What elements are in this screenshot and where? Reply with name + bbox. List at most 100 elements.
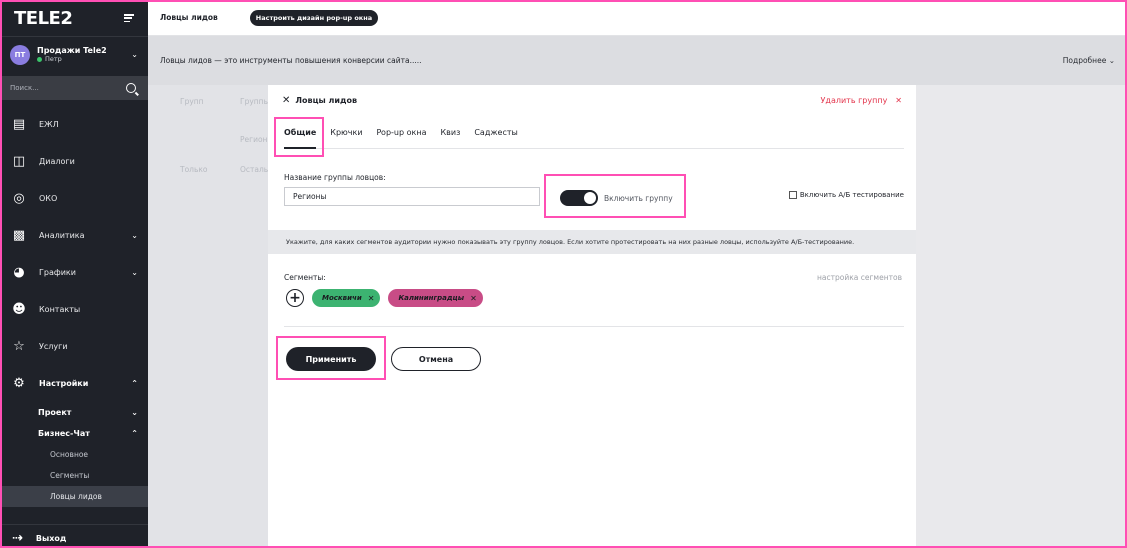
eye-icon: ◎ [13,191,25,206]
logo-row: TELE2 [0,0,148,36]
more-link[interactable]: Подробнее ⌄ [1063,56,1115,65]
add-segment-icon[interactable]: + [286,289,304,307]
segments-row: + Москвичи ✕ Калининградцы ✕ [286,289,483,307]
pie-chart-icon: ◕ [13,265,25,280]
sidebar-sub-business-chat[interactable]: Бизнес-Чат ⌃ [0,423,148,444]
panel-title-text: Ловцы лидов [295,96,358,105]
search-placeholder: Поиск... [10,84,39,92]
tab-suggests[interactable]: Саджесты [474,127,518,148]
account-switcher[interactable]: ПТ Продажи Tele2 Петр ⌄ [0,36,148,72]
online-dot-icon [37,56,42,62]
segment-chip: Калининградцы ✕ [388,289,483,307]
segments-hint: Укажите, для каких сегментов аудитории н… [268,230,916,254]
sidebar-item-label: ЕЖЛ [39,120,59,129]
divider [284,326,904,327]
panel-header: ✕ Ловцы лидов Удалить группу ✕ [282,95,902,106]
sidebar-sub-project[interactable]: Проект ⌄ [0,402,148,423]
sidebar: TELE2 ПТ Продажи Tele2 Петр ⌄ Поиск... ▤… [0,0,148,548]
account-user: Петр [37,55,131,63]
hamburger-icon[interactable] [124,14,134,22]
sidebar-search[interactable]: Поиск... [0,76,148,100]
tab-general[interactable]: Общие [284,127,317,149]
delete-group-label: Удалить группу [820,96,888,105]
sidebar-subsub-main[interactable]: Основное [0,444,148,465]
bg-cell: Регион [240,135,268,144]
remove-segment-icon[interactable]: ✕ [368,294,375,303]
star-icon: ☆ [13,339,25,354]
group-name-label: Название группы ловцов: [284,173,386,182]
chevron-down-icon: ⌄ [131,268,138,277]
sidebar-item-label: Настройки [39,379,89,388]
chevron-down-icon: ⌄ [131,408,138,417]
info-bar: Ловцы лидов — это инструменты повышения … [148,36,1127,85]
account-text: Продажи Tele2 Петр [37,46,131,63]
enable-group-label: Включить группу [604,193,673,203]
sidebar-sub-label: Проект [38,408,72,417]
segment-chip-label: Калининградцы [398,294,465,302]
sidebar-item-ezhl[interactable]: ▤ ЕЖЛ [0,106,148,143]
logout-label: Выход [35,534,67,543]
segments-settings-link[interactable]: настройка сегментов [817,273,902,282]
info-text: Ловцы лидов — это инструменты повышения … [160,56,422,65]
more-label: Подробнее [1062,56,1107,65]
sidebar-item-label: Контакты [39,305,81,314]
ab-testing-label: Включить А/Б тестирование [799,191,904,199]
panel-title: ✕ Ловцы лидов [282,95,357,106]
logout-icon: ⇢ [12,531,23,546]
panel-tabs: Общие Крючки Pop-up окна Квиз Саджесты [284,127,904,149]
chat-icon: ◫ [12,154,26,169]
gear-icon: ⚙ [13,376,25,391]
bg-col-header: Группы [240,97,270,106]
enable-group-toggle[interactable] [560,190,598,206]
sidebar-item-dialogs[interactable]: ◫ Диалоги [0,143,148,180]
tab-quiz[interactable]: Квиз [440,127,460,148]
remove-segment-icon[interactable]: ✕ [470,294,477,303]
enable-group-control[interactable]: Включить группу [560,190,673,206]
document-icon: ▤ [12,117,26,132]
tab-hooks[interactable]: Крючки [330,127,362,148]
account-user-name: Петр [45,55,62,63]
background-list: Групп Группы Регион Только Остальн [148,85,273,548]
sidebar-item-settings[interactable]: ⚙ Настройки ⌃ [0,365,148,402]
sidebar-item-analytics[interactable]: ▩ Аналитика ⌄ [0,217,148,254]
bg-col-header: Групп [180,97,204,106]
design-popup-button[interactable]: Настроить дизайн pop-up окна [249,9,379,26]
segments-label: Сегменты: [284,273,326,282]
group-name-input[interactable]: Регионы [284,187,540,206]
close-icon[interactable]: ✕ [282,95,290,106]
lead-catchers-panel: ✕ Ловцы лидов Удалить группу ✕ Общие Крю… [268,85,916,548]
chevron-up-icon: ⌃ [131,429,138,438]
tab-popups[interactable]: Pop-up окна [377,127,427,148]
account-name: Продажи Tele2 [37,46,107,55]
search-icon[interactable] [126,83,136,93]
ab-testing-control[interactable]: Включить А/Б тестирование [788,191,904,199]
ab-testing-checkbox[interactable] [788,191,797,199]
sidebar-item-oko[interactable]: ◎ ОКО [0,180,148,217]
chevron-down-icon: ⌄ [131,50,138,59]
logout-button[interactable]: ⇢ Выход [0,524,148,548]
sidebar-item-services[interactable]: ☆ Услуги [0,328,148,365]
sidebar-subsub-lead-catchers[interactable]: Ловцы лидов [0,486,148,507]
sidebar-item-label: ОКО [39,194,58,203]
sidebar-item-charts[interactable]: ◕ Графики ⌄ [0,254,148,291]
sidebar-sub-label: Бизнес-Чат [38,429,90,438]
sidebar-item-label: Услуги [39,342,68,351]
bg-cell: Только [180,165,208,174]
topbar: Ловцы лидов Настроить дизайн pop-up окна [148,0,1127,36]
delete-group-button[interactable]: Удалить группу ✕ [821,96,902,105]
sidebar-item-label: Аналитика [39,231,85,240]
analytics-icon: ▩ [12,228,26,243]
sidebar-subsub-segments[interactable]: Сегменты [0,465,148,486]
sidebar-item-label: Графики [39,268,76,277]
logo: TELE2 [14,7,73,29]
sidebar-nav: ▤ ЕЖЛ ◫ Диалоги ◎ ОКО ▩ Аналитика ⌄ ◕ Графики ⌄… [0,106,148,402]
contacts-icon: ☻ [12,302,26,317]
sidebar-item-contacts[interactable]: ☻ Контакты [0,291,148,328]
close-icon: ✕ [895,96,902,105]
segment-chip-label: Москвичи [322,294,362,302]
segment-chip: Москвичи ✕ [312,289,381,307]
avatar: ПТ [10,44,30,65]
apply-button[interactable]: Применить [286,347,376,371]
sidebar-item-label: Диалоги [39,157,75,166]
cancel-button[interactable]: Отмена [391,347,481,371]
